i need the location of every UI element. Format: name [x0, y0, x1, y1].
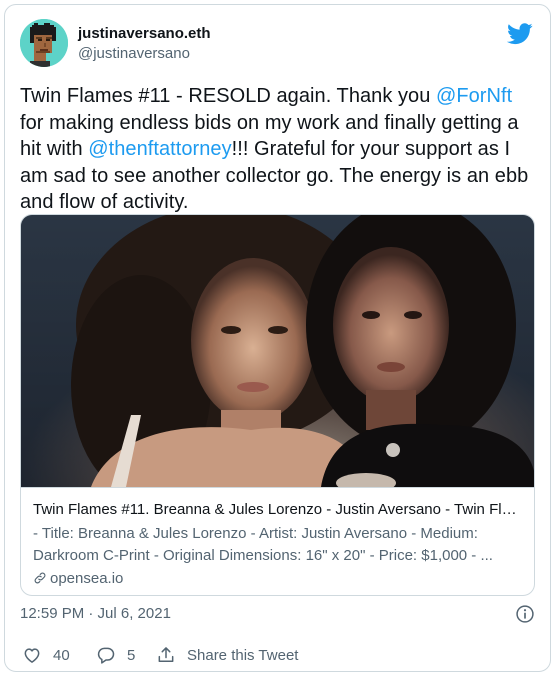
heart-icon: [24, 648, 40, 663]
twitter-bird-icon[interactable]: [507, 23, 533, 45]
reply-button[interactable]: 5: [96, 643, 135, 667]
info-icon[interactable]: [515, 604, 535, 624]
link-card-meta[interactable]: Twin Flames #11. Breanna & Jules Lorenzo…: [21, 487, 534, 595]
link-card-description: - Title: Breanna & Jules Lorenzo - Artis…: [33, 525, 493, 564]
tweet-text: Twin Flames #11 - RESOLD again. Thank yo…: [20, 83, 535, 216]
tweet-header: justinaversano.eth @justinaversano: [20, 19, 535, 69]
reply-bubble-icon: [97, 647, 115, 664]
like-count: 40: [53, 646, 70, 664]
link-preview-card[interactable]: Twin Flames #11. Breanna & Jules Lorenzo…: [20, 214, 535, 596]
share-button[interactable]: Share this Tweet: [156, 643, 298, 667]
timestamp-row: 12:59 PM · Jul 6, 2021: [20, 603, 535, 625]
share-label: Share this Tweet: [187, 646, 299, 664]
author-names: justinaversano.eth @justinaversano: [78, 25, 211, 63]
avatar[interactable]: [20, 19, 68, 67]
tweet-actions: 40 5 Share this Tweet: [20, 643, 535, 667]
mention-link-fornft[interactable]: @ForNft: [436, 85, 512, 107]
tweet-timestamp[interactable]: 12:59 PM · Jul 6, 2021: [20, 605, 171, 622]
tweet-text-segment: Twin Flames #11 - RESOLD again. Thank yo…: [20, 85, 436, 107]
share-upload-icon: [158, 647, 174, 662]
preview-image[interactable]: [21, 215, 535, 487]
link-card-domain-text: opensea.io: [50, 570, 124, 587]
reply-count: 5: [127, 646, 136, 664]
link-card-domain: opensea.io: [33, 569, 123, 589]
mention-link-thenftattorney[interactable]: @thenftattorney: [88, 138, 231, 160]
link-icon: [34, 572, 46, 584]
link-card-title[interactable]: Twin Flames #11. Breanna & Jules Lorenzo…: [33, 500, 523, 520]
author-handle[interactable]: @justinaversano: [78, 45, 211, 63]
tweet-embed-card: justinaversano.eth @justinaversano Twin …: [4, 4, 551, 672]
author-display-name[interactable]: justinaversano.eth: [78, 25, 211, 43]
like-button[interactable]: 40: [22, 643, 70, 667]
